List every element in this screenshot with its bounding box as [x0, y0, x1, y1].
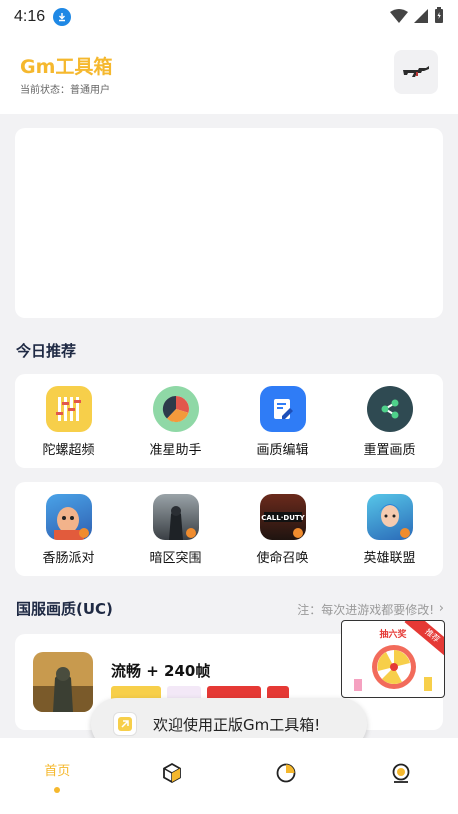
- nav-profile[interactable]: [344, 738, 458, 814]
- pubg-thumbnail: [33, 652, 93, 712]
- sausage-party-game-icon: [45, 494, 92, 540]
- uc-section-title: 国服画质(UC): [16, 600, 113, 618]
- bottom-nav: 首页: [0, 738, 458, 814]
- league-of-legends-game-icon: [366, 494, 413, 540]
- games-card: 香肠派对 暗区突围 CALL·DUTY 使命召唤 英雄联盟: [15, 482, 443, 576]
- nav-stats[interactable]: [229, 738, 344, 814]
- chevron-right-icon[interactable]: ›: [439, 601, 444, 616]
- game-sausage-party[interactable]: 香肠派对: [24, 494, 114, 566]
- cube-icon: [162, 762, 181, 784]
- tools-card: 陀螺超频 准星助手 画质编辑 重置画质: [15, 374, 443, 468]
- rifle-icon: [403, 66, 429, 77]
- pie-chart-nav-icon: [276, 763, 296, 783]
- tile-label: 暗区突围: [149, 551, 202, 566]
- battery-icon: [434, 7, 444, 27]
- pie-chart-icon: [152, 386, 199, 432]
- share-nodes-icon: [366, 386, 413, 432]
- today-section-title: 今日推荐: [16, 342, 77, 360]
- banner-area[interactable]: [15, 128, 443, 318]
- game-league-of-legends[interactable]: 英雄联盟: [345, 494, 435, 566]
- app-title: Gm工具箱: [20, 56, 113, 78]
- download-icon: [53, 8, 72, 26]
- toast-text: 欢迎使用正版Gm工具箱!: [153, 715, 321, 734]
- tile-label: 陀螺超频: [42, 443, 95, 458]
- game-call-of-duty[interactable]: CALL·DUTY 使命召唤: [238, 494, 328, 566]
- cod-logo-text: CALL·DUTY: [261, 514, 305, 522]
- status-time: 4:16: [14, 8, 46, 25]
- nav-home[interactable]: 首页: [0, 738, 115, 814]
- wifi-icon: [390, 8, 408, 27]
- lottery-widget[interactable]: 抽六奖 推荐: [341, 620, 445, 698]
- tool-reset-quality[interactable]: 重置画质: [345, 386, 435, 458]
- tile-label: 准星助手: [149, 443, 202, 458]
- preset-name: 流畅 + 240帧: [111, 662, 211, 680]
- status-bar: 4:16: [0, 0, 458, 34]
- profile-icon: [392, 763, 410, 783]
- call-of-duty-game-icon: CALL·DUTY: [259, 494, 306, 540]
- signal-icon: [414, 8, 428, 27]
- nav-home-label: 首页: [44, 764, 71, 779]
- uc-note: 注：每次进游戏都要修改!: [297, 603, 434, 617]
- tile-label: 画质编辑: [256, 443, 309, 458]
- tile-label: 使命召唤: [256, 551, 309, 566]
- nav-box[interactable]: [115, 738, 230, 814]
- tuning-bars-icon: [45, 386, 92, 432]
- weapon-tool-button[interactable]: [394, 50, 438, 94]
- app-logo-icon: [113, 712, 137, 736]
- tool-gyro-overclock[interactable]: 陀螺超频: [24, 386, 114, 458]
- active-indicator: [54, 787, 61, 793]
- tool-crosshair-helper[interactable]: 准星助手: [131, 386, 221, 458]
- uc-section-header[interactable]: 国服画质(UC) 注：每次进游戏都要修改! ›: [16, 598, 444, 620]
- user-status: 当前状态：普通用户: [20, 85, 110, 96]
- game-arena-breakout[interactable]: 暗区突围: [131, 494, 221, 566]
- tool-quality-editor[interactable]: 画质编辑: [238, 386, 328, 458]
- app-header: Gm工具箱 当前状态：普通用户: [0, 34, 458, 114]
- tile-label: 香肠派对: [42, 551, 95, 566]
- tile-label: 英雄联盟: [363, 551, 416, 566]
- edit-document-icon: [259, 386, 306, 432]
- arena-breakout-game-icon: [152, 494, 199, 540]
- tile-label: 重置画质: [363, 443, 416, 458]
